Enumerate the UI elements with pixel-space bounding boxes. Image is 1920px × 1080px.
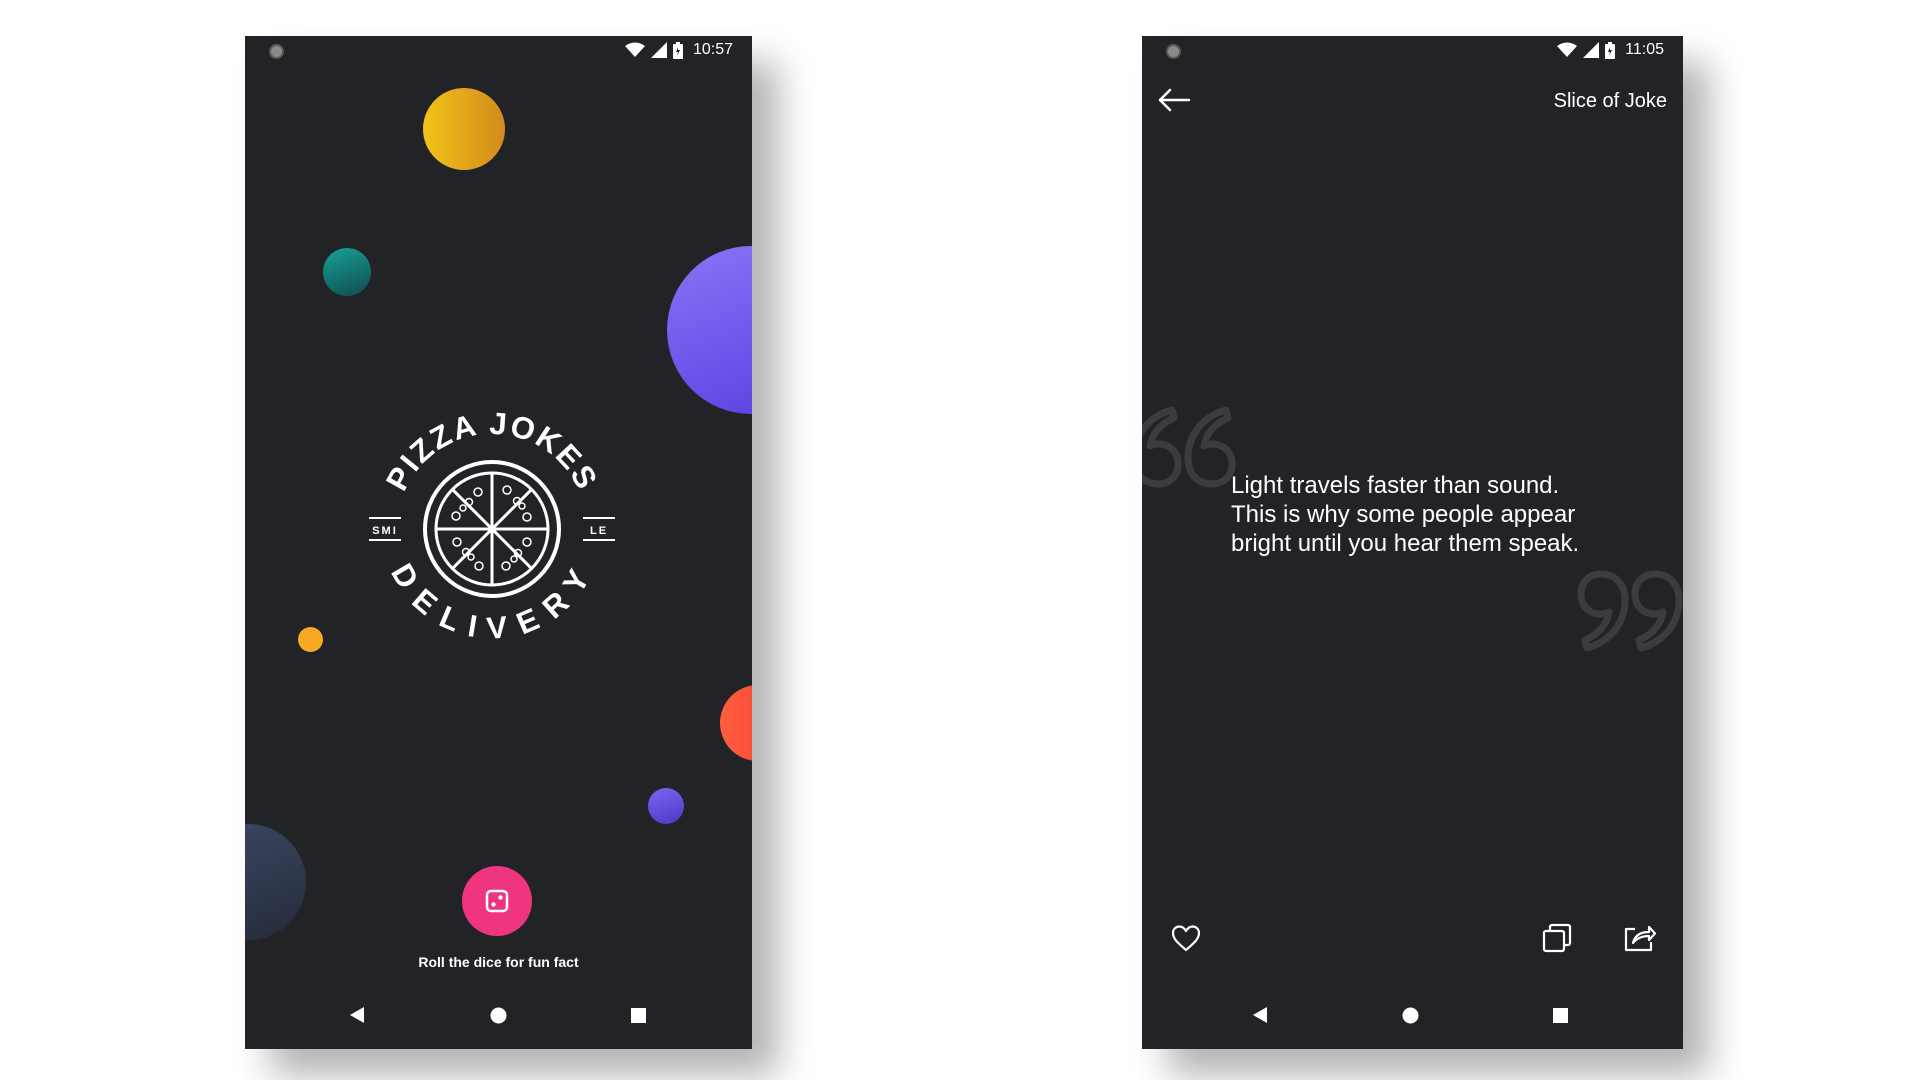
blob-violet — [648, 788, 684, 824]
dice-icon — [485, 889, 509, 913]
phone-screen-home: 10:57 PIZZA JOKES DELIVERY SMI LE Roll t… — [245, 36, 752, 1049]
open-quote-icon — [1142, 406, 1236, 488]
back-button[interactable] — [1156, 82, 1192, 118]
wifi-icon — [1557, 42, 1578, 57]
back-triangle-icon — [1253, 1007, 1267, 1023]
logo-left-tag: SMI — [372, 525, 398, 537]
status-icons: 10:57 — [624, 41, 733, 59]
copy-button[interactable] — [1537, 918, 1577, 958]
blob-slate — [245, 824, 306, 940]
copy-icon — [1542, 923, 1572, 953]
logo-right-tag: LE — [590, 525, 608, 537]
share-icon — [1624, 925, 1657, 952]
camera-dot-icon — [1166, 44, 1181, 59]
battery-icon — [672, 41, 683, 59]
roll-caption: Roll the dice for fun fact — [418, 954, 579, 970]
blob-teal — [323, 248, 371, 296]
blob-purple — [667, 246, 752, 414]
status-bar: 11:05 — [1142, 36, 1683, 66]
pizza-logo-icon: PIZZA JOKES DELIVERY SMI LE — [369, 406, 615, 646]
android-nav-bar — [1142, 979, 1683, 1049]
wifi-icon — [624, 42, 645, 57]
android-nav-bar — [245, 979, 752, 1049]
recents-square-icon — [630, 1007, 646, 1023]
status-bar: 10:57 — [245, 36, 752, 66]
signal-icon — [1583, 42, 1600, 58]
favorite-button[interactable] — [1166, 918, 1206, 958]
nav-home-button[interactable] — [488, 1005, 508, 1025]
roll-dice-button[interactable] — [462, 866, 532, 936]
heart-icon — [1171, 925, 1201, 952]
back-triangle-icon — [350, 1007, 364, 1023]
nav-back-button[interactable] — [347, 1005, 367, 1025]
phone-screen-joke: 11:05 Slice of Joke Light travels faster… — [1142, 36, 1683, 1049]
status-time: 10:57 — [692, 41, 733, 58]
page-title: Slice of Joke — [1553, 90, 1667, 112]
joke-text: Light travels faster than sound. This is… — [1231, 472, 1580, 557]
blob-red — [720, 685, 752, 761]
pizza-jokes-logo: PIZZA JOKES DELIVERY SMI LE — [367, 404, 617, 654]
blob-orange — [298, 627, 323, 652]
camera-dot-icon — [269, 44, 284, 59]
status-icons: 11:05 — [1557, 41, 1664, 59]
nav-back-button[interactable] — [1250, 1005, 1270, 1025]
blob-yellow — [423, 88, 505, 170]
home-circle-icon — [1402, 1007, 1418, 1023]
battery-icon — [1605, 41, 1616, 59]
status-time: 11:05 — [1625, 41, 1664, 58]
nav-recents-button[interactable] — [1550, 1005, 1570, 1025]
arrow-left-icon — [1158, 88, 1191, 112]
close-quote-icon — [1577, 570, 1683, 652]
nav-recents-button[interactable] — [628, 1005, 648, 1025]
nav-home-button[interactable] — [1400, 1005, 1420, 1025]
signal-icon — [650, 42, 667, 58]
recents-square-icon — [1552, 1007, 1568, 1023]
home-circle-icon — [490, 1007, 506, 1023]
share-button[interactable] — [1620, 918, 1660, 958]
